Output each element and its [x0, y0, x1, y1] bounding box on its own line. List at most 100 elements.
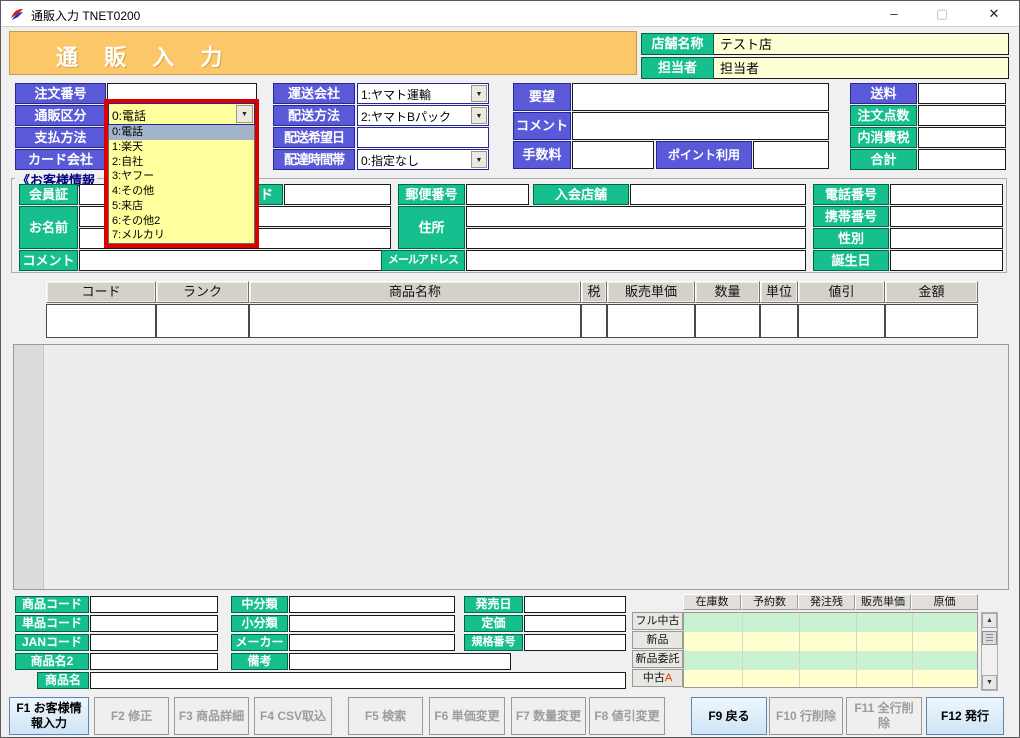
- product-name2-label: 商品名2: [15, 653, 89, 670]
- address-input1[interactable]: [466, 206, 806, 227]
- ship-date-input[interactable]: [357, 127, 489, 148]
- entry-cell-amount[interactable]: [885, 304, 978, 338]
- shipping-label: 送料: [850, 83, 917, 104]
- birthday-input[interactable]: [890, 250, 1003, 271]
- entry-cell-unit-price[interactable]: [607, 304, 695, 338]
- f1-customer-info-button[interactable]: F1 お客様情報入力: [9, 697, 89, 735]
- carrier-select[interactable]: 1:ヤマト運輸 ▼: [357, 83, 489, 104]
- col-header-rank: ランク: [156, 281, 249, 303]
- col-header-qty: 数量: [695, 281, 760, 303]
- customer-comment-input[interactable]: [79, 250, 391, 271]
- dropdown-option[interactable]: 0:電話: [109, 125, 254, 140]
- entry-cell-rank[interactable]: [156, 304, 249, 338]
- phone-label: 電話番号: [813, 184, 889, 205]
- total-label: 合計: [850, 149, 917, 170]
- chevron-down-icon[interactable]: ▼: [471, 151, 487, 168]
- product-name-field: [90, 672, 626, 689]
- f2-edit-button[interactable]: F2 修正: [94, 697, 169, 735]
- stock-grid-scrollbar[interactable]: ▲ ▼: [981, 612, 998, 691]
- scrollbar-thumb[interactable]: [982, 631, 997, 645]
- dropdown-option[interactable]: 3:ヤフー: [109, 169, 254, 184]
- dropdown-option[interactable]: 7:メルカリ: [109, 228, 254, 243]
- minimize-button[interactable]: –: [873, 1, 915, 27]
- entry-cell-discount[interactable]: [798, 304, 885, 338]
- birthday-label: 誕生日: [813, 250, 889, 271]
- fee-input[interactable]: [572, 141, 654, 169]
- staff-field: 担当者 担当者: [641, 57, 1009, 79]
- address-input2[interactable]: [466, 228, 806, 249]
- phone-input[interactable]: [890, 184, 1003, 205]
- zip-label: 郵便番号: [398, 184, 465, 205]
- page-title: 通 販 入 力: [56, 40, 232, 72]
- chevron-down-icon[interactable]: ▼: [471, 85, 487, 102]
- mid-category-field: [289, 596, 455, 613]
- category-label: 通販区分: [15, 105, 106, 126]
- carrier-label: 運送会社: [273, 83, 355, 104]
- stock-data-row[interactable]: [684, 651, 977, 670]
- ship-method-select[interactable]: 2:ヤマトBパック ▼: [357, 105, 489, 126]
- f9-back-button[interactable]: F9 戻る: [691, 697, 767, 735]
- entry-cell-code[interactable]: [46, 304, 156, 338]
- f11-delete-all-button[interactable]: F11 全行削除: [846, 697, 922, 735]
- maximize-button[interactable]: ▢: [921, 1, 963, 27]
- product-code-field: [90, 596, 218, 613]
- release-date-label: 発売日: [464, 596, 523, 613]
- mobile-input[interactable]: [890, 206, 1003, 227]
- dropdown-option[interactable]: 5:来店: [109, 199, 254, 214]
- entry-cell-tax[interactable]: [581, 304, 607, 338]
- f12-issue-button[interactable]: F12 発行: [926, 697, 1004, 735]
- stock-data-row[interactable]: [684, 613, 977, 632]
- scroll-up-icon[interactable]: ▲: [982, 613, 997, 628]
- f4-csv-import-button[interactable]: F4 CSV取込: [254, 697, 332, 735]
- customer-name-label: お名前: [19, 206, 78, 249]
- category-select[interactable]: 0:電話 ▼: [108, 103, 255, 125]
- small-category-field: [289, 615, 455, 632]
- gender-label: 性別: [813, 228, 889, 249]
- chevron-down-icon[interactable]: ▼: [471, 107, 487, 124]
- scroll-down-icon[interactable]: ▼: [982, 675, 997, 690]
- member-card-label: 会員証: [19, 184, 78, 205]
- maker-field: [289, 634, 455, 651]
- entry-cell-unit[interactable]: [760, 304, 798, 338]
- time-zone-label: 配達時間帯: [273, 149, 355, 170]
- chevron-down-icon[interactable]: ▼: [236, 105, 253, 123]
- stock-data-grid[interactable]: [683, 612, 978, 688]
- join-store-input[interactable]: [630, 184, 806, 205]
- point-use-input[interactable]: [753, 141, 829, 169]
- dropdown-option[interactable]: 6:その他2: [109, 214, 254, 229]
- item-code-label: 単品コード: [15, 615, 89, 632]
- close-button[interactable]: ✕: [973, 1, 1015, 27]
- f8-discount-button[interactable]: F8 値引変更: [589, 697, 665, 735]
- list-price-field: [524, 615, 626, 632]
- category-value: 0:電話: [112, 107, 146, 124]
- email-input[interactable]: [466, 250, 806, 271]
- shipping-input[interactable]: [918, 83, 1006, 104]
- f5-search-button[interactable]: F5 検索: [348, 697, 423, 735]
- dropdown-option[interactable]: 2:自社: [109, 155, 254, 170]
- payment-label: 支払方法: [15, 127, 106, 148]
- f10-delete-row-button[interactable]: F10 行削除: [769, 697, 843, 735]
- stock-data-row[interactable]: [684, 632, 977, 651]
- customer-comment-label: コメント: [19, 250, 78, 271]
- list-price-label: 定価: [464, 615, 523, 632]
- request-input[interactable]: [572, 83, 829, 111]
- entry-cell-product-name[interactable]: [249, 304, 581, 338]
- time-zone-select[interactable]: 0:指定なし ▼: [357, 149, 489, 170]
- stock-data-row[interactable]: [684, 670, 977, 688]
- dropdown-option[interactable]: 4:その他: [109, 184, 254, 199]
- window-title: 通販入力 TNET0200: [31, 7, 140, 24]
- mobile-label: 携帯番号: [813, 206, 889, 227]
- gender-input[interactable]: [890, 228, 1003, 249]
- spec-number-field: [524, 634, 626, 651]
- f6-unit-price-button[interactable]: F6 単価変更: [429, 697, 505, 735]
- zip-input[interactable]: [466, 184, 529, 205]
- stock-row-full-used: フル中古: [632, 612, 683, 630]
- entry-cell-qty[interactable]: [695, 304, 760, 338]
- page-title-banner: 通 販 入 力: [9, 31, 637, 75]
- f3-product-detail-button[interactable]: F3 商品詳細: [174, 697, 249, 735]
- member-card-input2[interactable]: [284, 184, 391, 205]
- dropdown-option[interactable]: 1:楽天: [109, 140, 254, 155]
- f7-qty-change-button[interactable]: F7 数量変更: [511, 697, 586, 735]
- order-comment-input[interactable]: [572, 112, 829, 140]
- order-comment-label: コメント: [513, 112, 571, 140]
